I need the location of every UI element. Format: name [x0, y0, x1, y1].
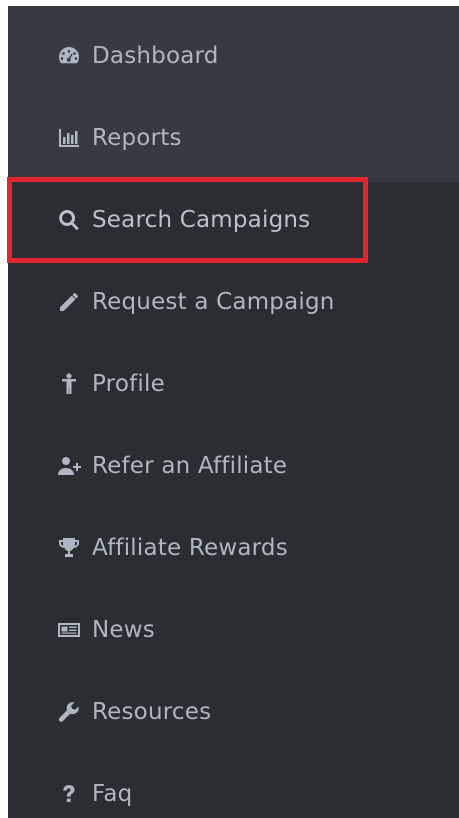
wrench-icon — [56, 699, 82, 725]
bar-chart-icon — [56, 125, 82, 151]
sidebar-item-search-campaigns[interactable]: Search Campaigns — [8, 179, 459, 261]
sidebar-item-label: Search Campaigns — [92, 207, 311, 233]
sidebar-item-label: Faq — [92, 781, 133, 807]
sidebar-item-label: Request a Campaign — [92, 289, 335, 315]
sidebar-item-label: Profile — [92, 371, 165, 397]
sidebar-nav: Dashboard Reports Search Campaigns Reque… — [8, 6, 459, 818]
sidebar-item-label: News — [92, 617, 155, 643]
user-icon — [56, 371, 82, 397]
sidebar-item-label: Reports — [92, 125, 182, 151]
sidebar-item-label: Affiliate Rewards — [92, 535, 288, 561]
sidebar-item-label: Dashboard — [92, 43, 219, 69]
sidebar-item-faq[interactable]: Faq — [8, 753, 459, 818]
user-plus-icon — [56, 453, 82, 479]
dashboard-icon — [56, 43, 82, 69]
sidebar-item-reports[interactable]: Reports — [8, 97, 459, 179]
sidebar-item-label: Refer an Affiliate — [92, 453, 288, 479]
sidebar-item-resources[interactable]: Resources — [8, 671, 459, 753]
trophy-icon — [56, 535, 82, 561]
sidebar-item-affiliate-rewards[interactable]: Affiliate Rewards — [8, 507, 459, 589]
search-icon — [56, 207, 82, 233]
sidebar-item-profile[interactable]: Profile — [8, 343, 459, 425]
pencil-icon — [56, 289, 82, 315]
newspaper-icon — [56, 617, 82, 643]
sidebar-item-request-campaign[interactable]: Request a Campaign — [8, 261, 459, 343]
app-frame: Dashboard Reports Search Campaigns Reque… — [0, 0, 459, 818]
sidebar-item-dashboard[interactable]: Dashboard — [8, 15, 459, 97]
sidebar-item-news[interactable]: News — [8, 589, 459, 671]
sidebar-item-refer-affiliate[interactable]: Refer an Affiliate — [8, 425, 459, 507]
sidebar-item-label: Resources — [92, 699, 212, 725]
question-icon — [56, 781, 82, 807]
